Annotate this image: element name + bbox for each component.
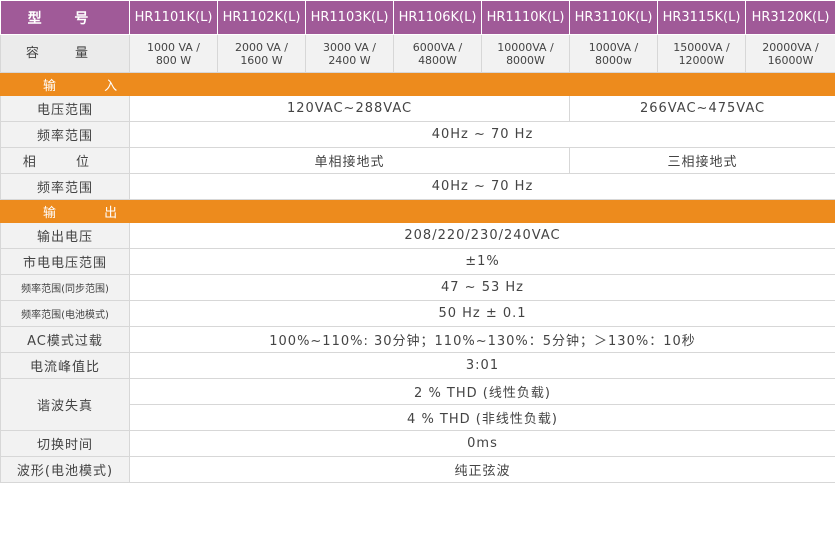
model-name: HR1110K(L) xyxy=(481,0,570,35)
ac-overload-label: AC模式过载 xyxy=(0,326,130,353)
input-frequency-row: 频率范围 40Hz ~ 70 Hz xyxy=(0,121,835,148)
model-header-row: 型 号 HR1101K(L) HR1102K(L) HR1103K(L) HR1… xyxy=(0,0,835,35)
input-voltage-single-phase: 120VAC~288VAC xyxy=(129,95,570,122)
capacity-cell: 2000 VA /1600 W xyxy=(217,34,306,73)
freq-sync-row: 频率范围(同步范围) 47 ~ 53 Hz xyxy=(0,274,835,301)
waveform-value: 纯正弦波 xyxy=(129,456,835,483)
output-section-title: 输 出 xyxy=(0,199,835,223)
thd-label: 谐波失真 xyxy=(0,378,130,431)
input-voltage-three-phase: 266VAC~475VAC xyxy=(569,95,835,122)
capacity-w: 16000W xyxy=(767,53,814,67)
thd-row-linear: 谐波失真 2 % THD (线性负载) xyxy=(0,378,835,431)
mains-range-row: 市电电压范围 ±1% xyxy=(0,248,835,275)
model-name: HR3110K(L) xyxy=(569,0,658,35)
freq-battery-label: 频率范围(电池模式) xyxy=(0,300,130,327)
output-voltage-row: 输出电压 208/220/230/240VAC xyxy=(0,222,835,249)
input-frequency-label-2: 频率范围 xyxy=(0,173,130,200)
capacity-va: 15000VA / xyxy=(673,40,730,54)
transfer-time-value: 0ms xyxy=(129,430,835,457)
output-voltage-value: 208/220/230/240VAC xyxy=(129,222,835,249)
thd-linear-value: 2 % THD (线性负载) xyxy=(129,378,835,405)
capacity-w: 1600 W xyxy=(240,53,283,67)
capacity-label: 容 量 xyxy=(0,34,130,73)
freq-sync-value: 47 ~ 53 Hz xyxy=(129,274,835,301)
model-label: 型 号 xyxy=(0,0,130,35)
output-section-row: 输 出 xyxy=(0,199,835,223)
crest-factor-row: 电流峰值比 3:01 xyxy=(0,352,835,379)
capacity-va: 6000VA / xyxy=(412,40,463,54)
capacity-row: 容 量 1000 VA /800 W 2000 VA /1600 W 3000 … xyxy=(0,34,835,73)
model-name: HR3115K(L) xyxy=(657,0,746,35)
capacity-va: 1000 VA / xyxy=(146,40,201,54)
capacity-w: 8000W xyxy=(506,53,545,67)
capacity-va: 10000VA / xyxy=(497,40,554,54)
transfer-time-row: 切换时间 0ms xyxy=(0,430,835,457)
crest-factor-label: 电流峰值比 xyxy=(0,352,130,379)
capacity-w: 4800W xyxy=(418,53,457,67)
ac-overload-value: 100%~110%: 30分钟；110%~130%：5分钟；＞130%：10秒 xyxy=(129,326,835,353)
input-frequency-row-2: 频率范围 40Hz ~ 70 Hz xyxy=(0,173,835,200)
input-frequency-value: 40Hz ~ 70 Hz xyxy=(129,121,835,148)
input-section-row: 输 入 xyxy=(0,72,835,96)
capacity-va: 1000VA / xyxy=(588,40,639,54)
spec-table: 型 号 HR1101K(L) HR1102K(L) HR1103K(L) HR1… xyxy=(0,0,835,483)
input-section-title: 输 入 xyxy=(0,72,835,96)
capacity-w: 12000W xyxy=(678,53,725,67)
input-phase-single: 单相接地式 xyxy=(129,147,570,174)
capacity-w: 2400 W xyxy=(328,53,371,67)
input-voltage-row: 电压范围 120VAC~288VAC 266VAC~475VAC xyxy=(0,95,835,122)
input-frequency-value-2: 40Hz ~ 70 Hz xyxy=(129,173,835,200)
mains-range-value: ±1% xyxy=(129,248,835,275)
waveform-row: 波形(电池模式) 纯正弦波 xyxy=(0,456,835,483)
capacity-cell: 1000VA /8000w xyxy=(569,34,658,73)
capacity-cell: 20000VA /16000W xyxy=(745,34,835,73)
capacity-cell: 15000VA /12000W xyxy=(657,34,746,73)
capacity-cell: 10000VA /8000W xyxy=(481,34,570,73)
capacity-cell: 3000 VA /2400 W xyxy=(305,34,394,73)
freq-battery-value: 50 Hz ± 0.1 xyxy=(129,300,835,327)
capacity-cell: 1000 VA /800 W xyxy=(129,34,218,73)
model-name: HR1101K(L) xyxy=(129,0,218,35)
waveform-label: 波形(电池模式) xyxy=(0,456,130,483)
capacity-va: 2000 VA / xyxy=(234,40,289,54)
capacity-va: 20000VA / xyxy=(762,40,819,54)
model-name: HR1103K(L) xyxy=(305,0,394,35)
crest-factor-value: 3:01 xyxy=(129,352,835,379)
input-voltage-label: 电压范围 xyxy=(0,95,130,122)
thd-nonlinear-value: 4 % THD (非线性负载) xyxy=(129,404,835,431)
capacity-w: 8000w xyxy=(595,53,632,67)
capacity-va: 3000 VA / xyxy=(322,40,377,54)
transfer-time-label: 切换时间 xyxy=(0,430,130,457)
freq-sync-label: 频率范围(同步范围) xyxy=(0,274,130,301)
capacity-w: 800 W xyxy=(155,53,192,67)
input-phase-label: 相 位 xyxy=(0,147,130,174)
input-frequency-label: 频率范围 xyxy=(0,121,130,148)
mains-range-label: 市电电压范围 xyxy=(0,248,130,275)
capacity-cell: 6000VA /4800W xyxy=(393,34,482,73)
freq-battery-row: 频率范围(电池模式) 50 Hz ± 0.1 xyxy=(0,300,835,327)
ac-overload-row: AC模式过载 100%~110%: 30分钟；110%~130%：5分钟；＞13… xyxy=(0,326,835,353)
output-voltage-label: 输出电压 xyxy=(0,222,130,249)
model-name: HR1102K(L) xyxy=(217,0,306,35)
model-name: HR1106K(L) xyxy=(393,0,482,35)
model-name: HR3120K(L) xyxy=(745,0,835,35)
input-phase-row: 相 位 单相接地式 三相接地式 xyxy=(0,147,835,174)
input-phase-three: 三相接地式 xyxy=(569,147,835,174)
